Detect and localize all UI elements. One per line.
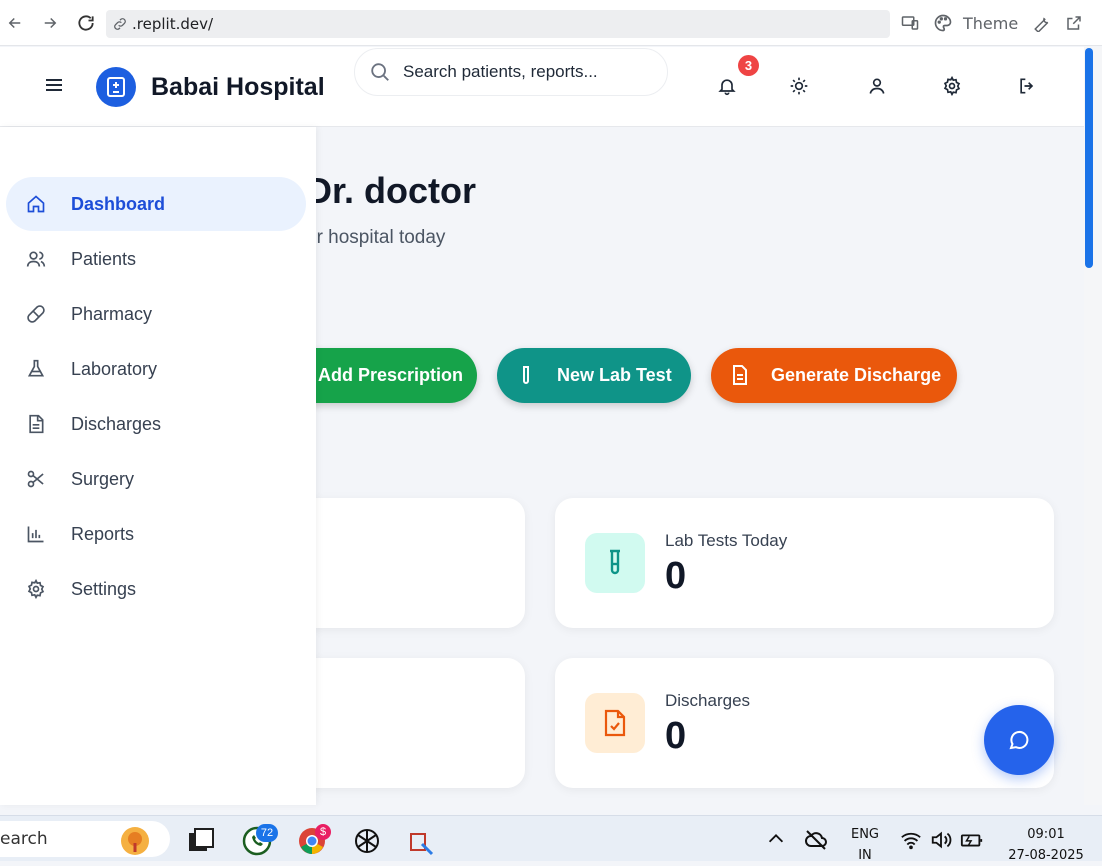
forward-icon[interactable]	[39, 12, 61, 34]
bell-icon[interactable]	[715, 74, 739, 98]
sidebar-item-pharmacy[interactable]: Pharmacy	[6, 287, 306, 341]
address-bar[interactable]: .replit.dev/	[106, 10, 890, 38]
devices-icon[interactable]	[899, 12, 921, 34]
snipping-tool-icon[interactable]	[408, 830, 438, 860]
chatgpt-icon[interactable]	[352, 826, 382, 856]
new-lab-test-label: New Lab Test	[557, 365, 672, 385]
chat-button[interactable]	[984, 705, 1054, 775]
clock-date: 27-08-2025	[1008, 848, 1084, 863]
sidebar-item-laboratory[interactable]: Laboratory	[6, 342, 306, 396]
sidebar-item-label: Discharges	[71, 413, 162, 434]
stat-label: Lab Tests Today	[665, 531, 788, 550]
clock-time: 09:01	[1027, 827, 1065, 842]
stat-value: 0	[665, 715, 687, 757]
theme-label[interactable]: Theme	[963, 14, 1018, 33]
file-manager-icon[interactable]	[186, 826, 216, 856]
test-tube-icon	[517, 365, 535, 390]
generate-discharge-label: Generate Discharge	[771, 365, 942, 385]
link-icon	[114, 18, 126, 30]
region-code: IN	[858, 848, 872, 863]
welcome-heading: Dr. doctor	[306, 170, 477, 211]
sidebar-item-discharges[interactable]: Discharges	[6, 397, 306, 451]
home-icon	[24, 192, 48, 216]
battery-icon[interactable]	[960, 830, 990, 860]
wifi-icon[interactable]	[900, 830, 930, 860]
stat-label: Discharges	[665, 691, 751, 710]
search-input[interactable]	[403, 62, 643, 82]
clock[interactable]: 09:01 27-08-2025	[996, 824, 1096, 866]
ganesha-icon	[118, 824, 149, 855]
sidebar-item-label: Reports	[71, 523, 135, 544]
external-link-icon[interactable]	[1063, 12, 1085, 34]
bar-chart-icon	[24, 522, 48, 546]
chevron-up-icon[interactable]	[765, 828, 795, 858]
stat-card-lab-tests[interactable]: Lab Tests Today 0	[555, 498, 1054, 628]
language-indicator[interactable]: ENG IN	[846, 824, 884, 866]
file-check-icon	[585, 693, 645, 753]
user-icon[interactable]	[865, 74, 889, 98]
url-text: .replit.dev/	[132, 15, 214, 33]
welcome-subtitle: ur hospital today	[306, 227, 446, 248]
scissors-icon	[24, 467, 48, 491]
brand-name[interactable]: Babai Hospital	[151, 73, 325, 102]
document-icon	[731, 365, 749, 390]
taskbar-search-text: earch	[0, 829, 48, 849]
file-icon	[24, 412, 48, 436]
users-icon	[24, 247, 48, 271]
chat-bubble-icon	[1009, 731, 1029, 750]
back-icon[interactable]	[4, 12, 26, 34]
sidebar-item-label: Settings	[71, 578, 137, 599]
sidebar-item-label: Surgery	[71, 468, 135, 489]
page-scrollbar-thumb[interactable]	[1085, 48, 1093, 268]
chrome-profile-badge: $	[315, 824, 331, 840]
stat-value: 0	[665, 555, 687, 597]
sun-icon[interactable]	[787, 74, 811, 98]
pill-icon	[24, 302, 48, 326]
sidebar-item-settings[interactable]: Settings	[6, 562, 306, 616]
hospital-logo-icon	[96, 67, 136, 107]
add-prescription-label: Add Prescription	[318, 365, 464, 385]
whatsapp-badge: 72	[256, 824, 278, 842]
stat-card-discharges[interactable]: Discharges 0	[555, 658, 1054, 788]
menu-icon[interactable]	[44, 75, 66, 97]
new-lab-test-button[interactable]: New Lab Test	[497, 348, 691, 403]
generate-discharge-button[interactable]: Generate Discharge	[711, 348, 957, 403]
taskbar: earch 72 $ ENG IN 09:01 27-08-2025	[0, 815, 1102, 863]
sidebar-item-reports[interactable]: Reports	[6, 507, 306, 561]
settings-gear-icon[interactable]	[940, 74, 964, 98]
sidebar-item-label: Pharmacy	[71, 303, 153, 324]
test-tube-icon	[585, 533, 645, 593]
wrench-icon[interactable]	[1031, 12, 1053, 34]
sidebar-item-patients[interactable]: Patients	[6, 232, 306, 286]
cloud-off-icon[interactable]	[804, 828, 834, 858]
sidebar-item-label: Dashboard	[71, 193, 166, 214]
search-box[interactable]	[354, 48, 668, 96]
browser-toolbar: .replit.dev/ Theme	[0, 0, 1102, 46]
search-icon	[371, 63, 389, 81]
volume-icon[interactable]	[930, 830, 960, 860]
reload-icon[interactable]	[75, 12, 97, 34]
sidebar-item-label: Laboratory	[71, 358, 158, 379]
sidebar-item-dashboard[interactable]: Dashboard	[6, 177, 306, 231]
app-header: Babai Hospital 3	[0, 47, 1084, 127]
language-code: ENG	[850, 827, 879, 842]
sidebar-item-surgery[interactable]: Surgery	[6, 452, 306, 506]
palette-icon[interactable]	[932, 12, 954, 34]
notification-badge: 3	[738, 55, 759, 76]
sidebar: Dashboard Patients Pharmacy Laboratory D…	[0, 127, 316, 805]
logout-icon[interactable]	[1015, 74, 1039, 98]
flask-icon	[24, 357, 48, 381]
sidebar-item-label: Patients	[71, 248, 137, 269]
gear-icon	[24, 577, 48, 601]
